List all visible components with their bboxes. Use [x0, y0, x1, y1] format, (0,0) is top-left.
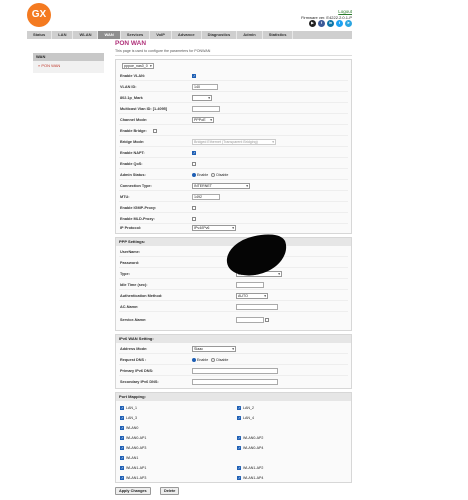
igmp-proxy-checkbox[interactable] [192, 205, 196, 210]
apply-changes-button[interactable]: Apply Changes [115, 487, 151, 495]
divider [115, 55, 352, 56]
channel-mode-row: Channel Mode: PPPoE [119, 116, 348, 125]
connection-type-select[interactable]: INTERNET [192, 183, 250, 189]
port-wlan0-ap3[interactable]: WLAN0-AP3 [120, 445, 148, 454]
admin-enable-radio[interactable] [192, 172, 196, 177]
page-title: PON WAN [115, 40, 147, 47]
page-description: This page is used to configure the param… [115, 49, 211, 53]
mtu-row: MTU: 1492 [119, 193, 348, 202]
tab-services[interactable]: Services [121, 31, 151, 39]
connection-row: pppoe_nas0_0 [119, 62, 348, 71]
enable-qos-checkbox[interactable] [192, 161, 196, 166]
wan-config-panel: pppoe_nas0_0 Enable VLAN: VLAN ID: 140 8… [115, 59, 352, 234]
tab-wan[interactable]: WAN [98, 31, 121, 39]
secondary-dns-row: Secondary IPv6 DNS: [119, 378, 348, 387]
bridge-mode-row: Bridge Mode: Bridged Ethernet (Transpare… [119, 138, 348, 147]
address-mode-row: Address Mode: Slaac [119, 345, 348, 354]
vlan-id-input[interactable]: 140 [192, 84, 218, 90]
idle-time-input[interactable] [236, 282, 264, 288]
port-mapping-panel: Port Mapping: LAN_1 LAN_2 LAN_3 LAN_4 WL… [115, 392, 352, 483]
tab-lan[interactable]: LAN [52, 31, 74, 39]
enable-vlan-checkbox[interactable] [192, 73, 196, 78]
port-wlan1-ap2[interactable]: WLAN1-AP2 [237, 465, 265, 474]
primary-dns-input[interactable] [192, 368, 278, 374]
tab-wlan[interactable]: WLAN [73, 31, 99, 39]
port-wlan0[interactable]: WLAN0 [120, 425, 140, 434]
auth-method-row: Authentication Method: AUTO [119, 292, 348, 301]
mld-proxy-checkbox[interactable] [192, 216, 196, 221]
social-links: ▶ f in t ➤ [309, 20, 352, 27]
bridge-mode-select[interactable]: Bridged Ethernet (Transparent Bridging) [192, 139, 276, 145]
channel-mode-select[interactable]: PPPoE [192, 117, 214, 123]
sidebar-heading: WAN [33, 53, 104, 61]
igmp-row: Enable IGMP-Proxy: [119, 204, 348, 213]
8021p-select[interactable] [192, 95, 212, 101]
ip-protocol-row: IP Protocol: IPv4/IPv6 [119, 224, 348, 233]
secondary-dns-input[interactable] [192, 379, 278, 385]
tab-diagnostics[interactable]: Diagnostics [202, 31, 238, 39]
enable-vlan-row: Enable VLAN: [119, 72, 348, 81]
service-name-row: Service-Name: [119, 316, 348, 325]
address-mode-select[interactable]: Slaac [192, 346, 236, 352]
linkedin-icon[interactable]: in [327, 20, 334, 27]
youtube-icon[interactable]: ▶ [309, 20, 316, 27]
port-wlan1-ap3[interactable]: WLAN1-AP3 [120, 475, 148, 484]
port-lan4[interactable]: LAN_4 [237, 415, 256, 424]
port-wlan1[interactable]: WLAN1 [120, 455, 140, 464]
auth-method-select[interactable]: AUTO [236, 293, 268, 299]
brand-logo: GX [27, 3, 51, 27]
port-wlan1-ap4[interactable]: WLAN1-AP4 [237, 475, 265, 484]
enable-qos-row: Enable QoS: [119, 160, 348, 169]
connection-select[interactable]: pppoe_nas0_0 [122, 63, 154, 69]
telegram-icon[interactable]: ➤ [345, 20, 352, 27]
service-name-input[interactable] [236, 317, 264, 323]
enable-napt-row: Enable NAPT: [119, 149, 348, 158]
ipv6-panel: IPv6 WAN Setting: Address Mode: Slaac Re… [115, 334, 352, 389]
port-mapping-heading: Port Mapping: [116, 393, 351, 401]
vlan-id-row: VLAN ID: 140 [119, 83, 348, 92]
tab-admin[interactable]: Admin [237, 31, 263, 39]
tab-voip[interactable]: VoIP [150, 31, 172, 39]
enable-bridge-checkbox[interactable] [153, 128, 157, 133]
admin-disable-radio[interactable] [211, 172, 216, 177]
main-nav: Status LAN WLAN WAN Services VoIP Advanc… [27, 31, 352, 39]
ipv6-heading: IPv6 WAN Setting: [116, 335, 351, 343]
mld-row: Enable MLD-Proxy: [119, 215, 348, 224]
admin-status-row: Admin Status: Enable Disable [119, 171, 348, 180]
port-wlan0-ap2[interactable]: WLAN0-AP2 [237, 435, 265, 444]
primary-dns-row: Primary IPv6 DNS: [119, 367, 348, 376]
connection-type-row: Connection Type: INTERNET [119, 182, 348, 191]
port-wlan0-ap4[interactable]: WLAN0-AP4 [237, 445, 265, 454]
tab-advance[interactable]: Advance [172, 31, 202, 39]
enable-bridge-row: Enable Bridge: [119, 127, 348, 136]
port-lan3[interactable]: LAN_3 [120, 415, 139, 424]
sidebar-item-pon-wan[interactable]: » PON WAN [33, 61, 104, 71]
tab-status[interactable]: Status [27, 31, 53, 39]
logout-link[interactable]: Logout [301, 9, 352, 14]
port-lan2[interactable]: LAN_2 [237, 405, 256, 414]
multicast-row: Multicast Vlan ID: [1-4095] [119, 105, 348, 114]
8021p-row: 802.1p_Mark [119, 94, 348, 103]
request-dns-row: Request DNS : Enable Disable [119, 356, 348, 365]
enable-napt-checkbox[interactable] [192, 150, 196, 155]
port-wlan0-ap1[interactable]: WLAN0-AP1 [120, 435, 148, 444]
port-wlan1-ap1[interactable]: WLAN1-AP1 [120, 465, 148, 474]
header-right: Logout Firmware ver. E4222.2.0.1-P [301, 9, 352, 20]
ac-name-input[interactable] [236, 304, 278, 310]
req-dns-enable-radio[interactable] [192, 357, 196, 362]
mtu-input[interactable]: 1492 [192, 194, 220, 200]
tab-statistics[interactable]: Statistics [263, 31, 294, 39]
req-dns-disable-radio[interactable] [211, 357, 216, 362]
multicast-vlan-input[interactable] [192, 106, 220, 112]
facebook-icon[interactable]: f [318, 20, 325, 27]
delete-button[interactable]: Delete [160, 487, 180, 495]
ac-name-row: AC-Name: [119, 303, 348, 312]
idle-time-row: Idle Time (sec): [119, 281, 348, 290]
twitter-icon[interactable]: t [336, 20, 343, 27]
sidebar: WAN » PON WAN [33, 53, 104, 73]
service-name-checkbox[interactable] [265, 317, 270, 322]
port-lan1[interactable]: LAN_1 [120, 405, 139, 414]
ip-protocol-select[interactable]: IPv4/IPv6 [192, 225, 236, 231]
